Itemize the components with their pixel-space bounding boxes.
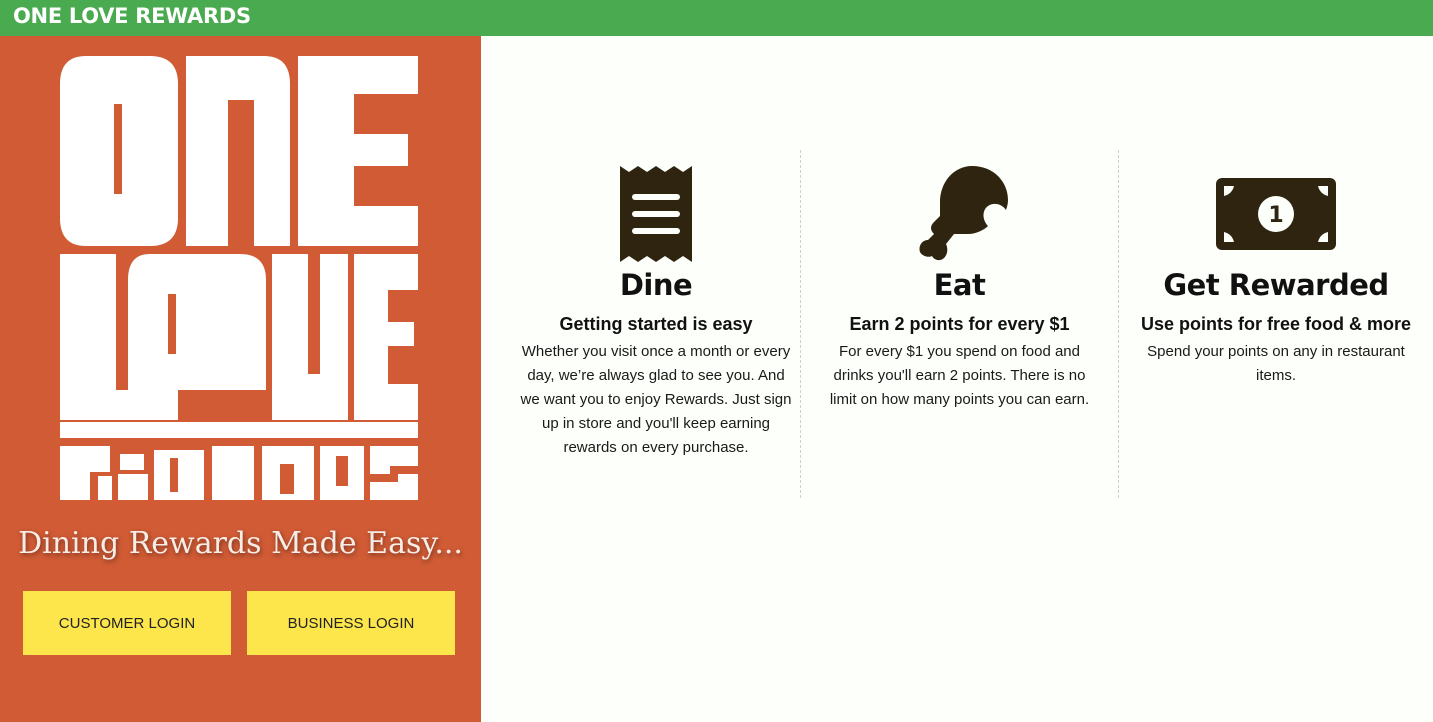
feature-dine: Dine Getting started is easy Whether you… (512, 150, 800, 498)
feature-subtitle: Use points for free food & more (1140, 314, 1412, 334)
receipt-icon (620, 166, 692, 262)
feature-description: Spend your points on any in restaurant i… (1147, 343, 1405, 384)
feature-eat: Eat Earn 2 points for every $1 For every… (800, 150, 1118, 498)
feature-title: Eat (933, 268, 986, 302)
one-love-rewards-logo (60, 56, 418, 500)
feature-description: For every $1 you spend on food and drink… (829, 343, 1090, 408)
feature-get-rewarded: 1 Get Rewarded Use points for free food … (1118, 150, 1433, 498)
svg-text:1: 1 (1268, 203, 1283, 228)
feature-description: Whether you visit once a month or every … (520, 343, 792, 456)
tagline: Dining Rewards Made Easy... (18, 526, 463, 561)
drumstick-icon (918, 166, 1008, 261)
hero-panel: Dining Rewards Made Easy... CUSTOMER LOG… (0, 36, 481, 722)
business-login-button[interactable]: BUSINESS LOGIN (247, 591, 455, 655)
feature-title: Get Rewarded (1163, 268, 1389, 302)
money-bill-icon: 1 (1216, 178, 1336, 250)
brand-title[interactable]: ONE LOVE REWARDS (13, 4, 251, 28)
feature-subtitle: Earn 2 points for every $1 (849, 314, 1070, 334)
top-bar: ONE LOVE REWARDS (0, 0, 1433, 36)
customer-login-button[interactable]: CUSTOMER LOGIN (23, 591, 231, 655)
feature-subtitle: Getting started is easy (559, 314, 753, 334)
feature-title: Dine (619, 268, 693, 302)
